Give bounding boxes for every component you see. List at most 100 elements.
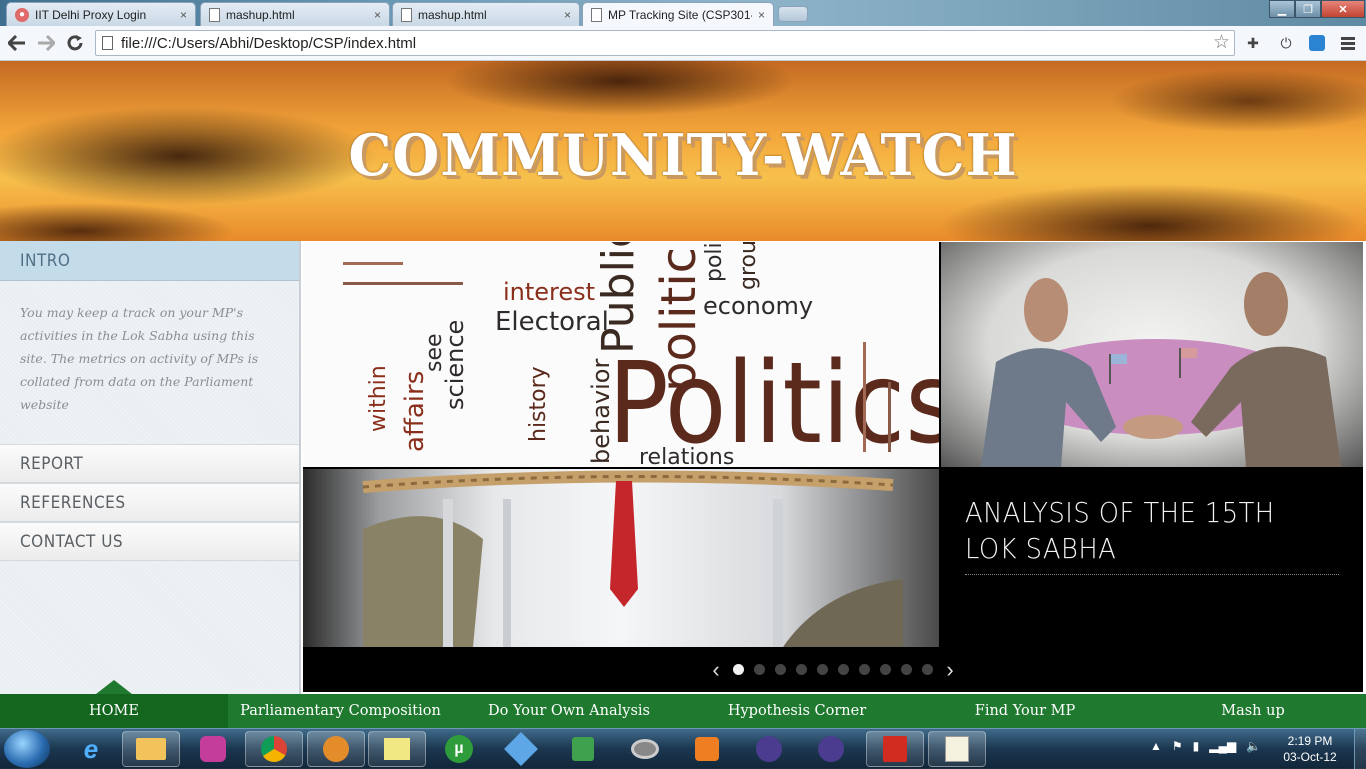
volume-icon[interactable]: 🔈	[1246, 739, 1261, 753]
address-bar[interactable]: file:///C:/Users/Abhi/Desktop/CSP/index.…	[95, 30, 1235, 56]
show-hidden-icons-icon[interactable]: ▲	[1150, 739, 1162, 753]
slide-dot[interactable]	[775, 664, 786, 675]
page-icon	[102, 36, 113, 50]
next-slide-chevron-icon[interactable]: ›	[938, 657, 962, 683]
back-arrow-icon	[8, 35, 25, 51]
tab-close-icon[interactable]: ×	[564, 8, 571, 22]
power-extension-icon[interactable]: ⏻	[1276, 33, 1296, 53]
chrome-icon[interactable]	[245, 731, 303, 767]
slide-dot[interactable]	[922, 664, 933, 675]
sidebar-item-report[interactable]: REPORT	[0, 444, 299, 483]
tab-mp-tracking-site[interactable]: MP Tracking Site (CSP301- ×	[582, 2, 774, 27]
word-behavior: behavior	[587, 359, 615, 464]
app-icon-magenta[interactable]	[184, 731, 242, 767]
slide-dot[interactable]	[733, 664, 744, 675]
forward-arrow-icon	[38, 35, 55, 51]
lock-app-icon[interactable]	[554, 731, 612, 767]
file-explorer-icon[interactable]	[122, 731, 180, 767]
media-player-icon[interactable]	[678, 731, 736, 767]
word-public: Public	[593, 242, 644, 354]
slide-dot[interactable]	[817, 664, 828, 675]
close-window-button[interactable]: ✕	[1321, 0, 1365, 18]
word-interest: interest	[503, 278, 595, 306]
proxy-favicon-icon: ●	[15, 7, 29, 22]
network-tool-icon[interactable]	[492, 731, 550, 767]
puzzle-extension-icon[interactable]: ✚	[1243, 33, 1263, 53]
web-page: COMMUNITY-WATCH INTRO You may keep a tra…	[0, 61, 1366, 694]
word-history: history	[526, 366, 551, 442]
notepad-icon[interactable]	[928, 731, 986, 767]
handshake-illustration-image[interactable]	[941, 242, 1363, 467]
maximize-button[interactable]: ❐	[1295, 0, 1321, 18]
document-icon	[591, 8, 602, 22]
previous-slide-chevron-icon[interactable]: ‹	[704, 657, 728, 683]
sidebar-heading-intro[interactable]: INTRO	[0, 241, 299, 281]
skype-extension-icon[interactable]	[1307, 33, 1327, 53]
main-navigation-bar: HOME Parliamentary Composition Do Your O…	[0, 680, 1366, 728]
slide-dot[interactable]	[754, 664, 765, 675]
signal-bars-icon[interactable]: ▂▄▆	[1209, 739, 1236, 753]
sidebar: INTRO You may keep a track on your MP's …	[0, 241, 301, 694]
tab-title: mashup.html	[418, 7, 487, 22]
tab-mashup-2[interactable]: mashup.html ×	[392, 2, 580, 26]
active-nav-caret	[96, 680, 132, 694]
slide-dot[interactable]	[880, 664, 891, 675]
slide-dot[interactable]	[838, 664, 849, 675]
word-within: within	[366, 365, 391, 432]
nav-find-your-mp[interactable]: Find Your MP	[912, 694, 1138, 728]
wrench-menu-icon[interactable]	[1338, 33, 1358, 53]
show-desktop-button[interactable]	[1354, 729, 1366, 769]
word-cloud-graphic: Politics Public politic Electoral intere…	[343, 242, 939, 467]
site-title: COMMUNITY-WATCH	[348, 121, 1018, 189]
tab-iit-delhi-proxy-login[interactable]: ● IIT Delhi Proxy Login ×	[6, 2, 196, 26]
rope-tie-photo-image[interactable]	[303, 469, 939, 647]
nav-parliamentary-composition[interactable]: Parliamentary Composition	[228, 694, 453, 728]
nav-do-your-own-analysis[interactable]: Do Your Own Analysis	[455, 694, 683, 728]
banner: COMMUNITY-WATCH	[0, 61, 1366, 241]
slide-dot[interactable]	[901, 664, 912, 675]
start-button-icon[interactable]	[4, 730, 50, 768]
minimize-button[interactable]: ▁	[1269, 0, 1295, 18]
tab-close-icon[interactable]: ×	[180, 8, 187, 22]
document-icon	[209, 7, 220, 22]
nav-hypothesis-corner[interactable]: Hypothesis Corner	[684, 694, 910, 728]
back-button[interactable]	[5, 32, 29, 54]
battery-icon[interactable]: ▮	[1193, 739, 1200, 753]
action-center-flag-icon[interactable]: ⚑	[1172, 739, 1183, 753]
slide-dot[interactable]	[859, 664, 870, 675]
tab-mashup-1[interactable]: mashup.html ×	[200, 2, 390, 26]
word-relations: relations	[639, 445, 734, 467]
nav-mash-up[interactable]: Mash up	[1140, 694, 1366, 728]
image-slider: Politics Public politic Electoral intere…	[303, 242, 1363, 692]
rope-tie-graphic	[362, 470, 903, 647]
word-see: see	[422, 333, 447, 372]
nav-home[interactable]: HOME	[0, 694, 228, 728]
sidebar-item-contact-us[interactable]: CONTACT US	[0, 522, 299, 561]
slide-dot[interactable]	[796, 664, 807, 675]
sidebar-item-references[interactable]: REFERENCES	[0, 483, 299, 522]
word-electoral: Electoral	[495, 307, 609, 337]
forward-button[interactable]	[34, 32, 58, 54]
eye-app-icon[interactable]	[616, 731, 674, 767]
taskbar-clock[interactable]: 2:19 PM 03-Oct-12	[1280, 733, 1340, 765]
utorrent-icon[interactable]: µ	[430, 731, 488, 767]
bookmark-star-icon[interactable]: ☆	[1213, 31, 1230, 54]
word-politic: politic	[651, 247, 707, 392]
eclipse-icon-2[interactable]	[802, 731, 860, 767]
sticky-notes-icon[interactable]	[368, 731, 426, 767]
slide-caption-title[interactable]: ANALYSIS OF THE 15TH LOK SABHA	[965, 495, 1315, 567]
reload-button[interactable]	[63, 32, 87, 54]
slide-caption-panel: ANALYSIS OF THE 15TH LOK SABHA	[941, 469, 1363, 647]
intro-text: You may keep a track on your MP's activi…	[20, 305, 259, 412]
tab-close-icon[interactable]: ×	[758, 8, 765, 22]
browser-toolbar: file:///C:/Users/Abhi/Desktop/CSP/index.…	[0, 26, 1366, 61]
system-tray: ▲ ⚑ ▮ ▂▄▆ 🔈	[1150, 739, 1261, 753]
internet-explorer-icon[interactable]: e	[62, 731, 120, 767]
new-tab-button[interactable]	[778, 6, 808, 22]
tab-close-icon[interactable]: ×	[374, 8, 381, 22]
tab-title: mashup.html	[226, 7, 295, 22]
media-app-icon[interactable]	[307, 731, 365, 767]
politics-word-cloud-image[interactable]: Politics Public politic Electoral intere…	[303, 242, 939, 467]
eclipse-icon[interactable]	[740, 731, 798, 767]
adobe-reader-icon[interactable]	[866, 731, 924, 767]
